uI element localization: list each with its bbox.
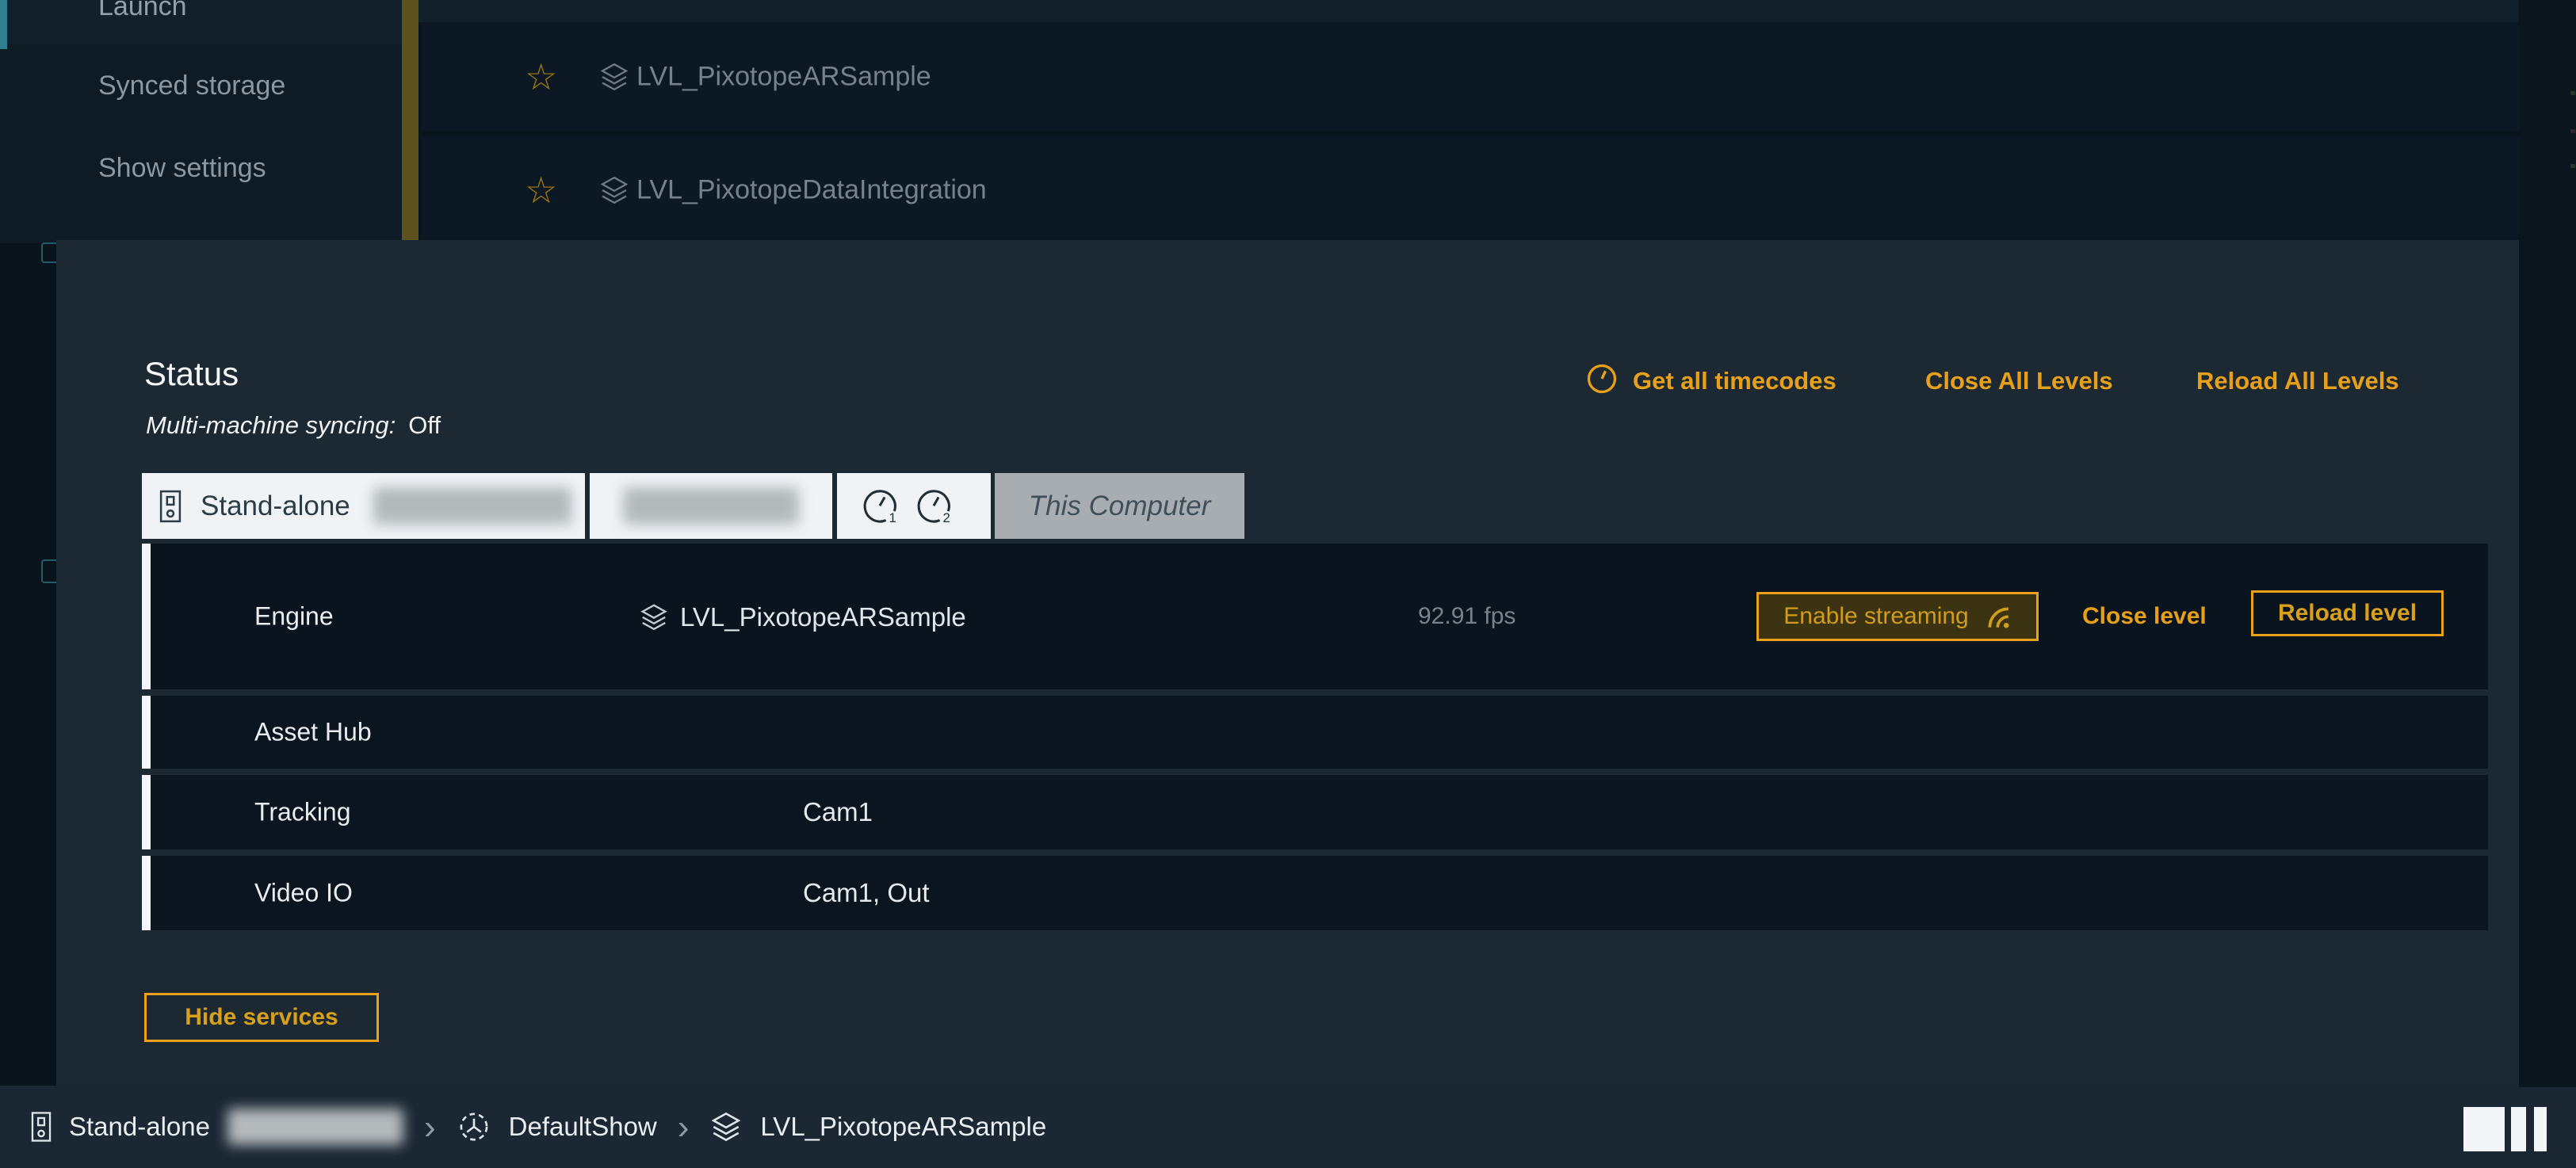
layers-icon: [598, 61, 630, 93]
redacted-machine-name: [373, 487, 571, 525]
favorite-star-icon[interactable]: ☆: [525, 172, 557, 208]
engine-level: LVL_PixotopeARSample: [639, 601, 966, 632]
service-name: Video IO: [254, 879, 353, 908]
machine-segment[interactable]: Stand-alone: [142, 473, 585, 539]
service-name: Asset Hub: [254, 718, 372, 747]
sidebar-item-show-settings[interactable]: Show settings: [98, 152, 384, 184]
clock-1-icon[interactable]: 1: [859, 486, 900, 527]
computer-icon: [159, 489, 182, 524]
clock-2-icon[interactable]: 2: [913, 486, 954, 527]
level-list-header-strip: [419, 0, 2576, 22]
sidebar-active-indicator: [0, 0, 7, 49]
breadcrumb: Stand-alone › DefaultShow › LVL_Pixotope…: [31, 1086, 1046, 1168]
service-detail: Cam1: [803, 797, 873, 827]
breadcrumb-show[interactable]: DefaultShow: [509, 1112, 657, 1142]
reload-level-label: Reload level: [2278, 600, 2417, 627]
timecode-segment[interactable]: 1 2: [837, 473, 991, 539]
get-all-timecodes-button[interactable]: Get all timecodes: [1585, 365, 1836, 400]
streaming-icon: [1985, 604, 2012, 631]
layers-icon: [639, 602, 669, 632]
engine-fps: 92.91 fps: [1418, 603, 1515, 630]
app-window: Launch Synced storage Show settings ☆ LV…: [0, 0, 2576, 1168]
level-list-row[interactable]: ☆ LVL_PixotopeARSample: [421, 22, 2519, 131]
get-all-timecodes-label: Get all timecodes: [1633, 367, 1836, 395]
row-accent-bar: [142, 856, 151, 930]
chevron-right-icon: ›: [424, 1114, 436, 1140]
enable-streaming-label: Enable streaming: [1783, 603, 1968, 630]
row-accent-bar: [142, 696, 151, 769]
engine-level-name: LVL_PixotopeARSample: [680, 602, 966, 632]
syncing-value: Off: [408, 411, 441, 439]
layout-toggle-bar-icon[interactable]: [2511, 1107, 2526, 1151]
level-name[interactable]: LVL_PixotopeARSample: [636, 61, 931, 92]
close-all-levels-label: Close All Levels: [1925, 367, 2113, 395]
reload-level-button[interactable]: Reload level: [2251, 590, 2444, 636]
row-accent-bar: [142, 544, 151, 689]
sidebar: Launch Synced storage Show settings: [0, 0, 402, 243]
layout-toggle-bar-icon[interactable]: [2534, 1107, 2547, 1151]
service-name: Tracking: [254, 798, 351, 827]
enable-streaming-button[interactable]: Enable streaming: [1756, 592, 2039, 641]
clock-2-digit: 2: [942, 510, 950, 525]
hide-services-label: Hide services: [185, 1004, 338, 1031]
close-level-button[interactable]: Close level: [2082, 603, 2207, 630]
service-row-tracking[interactable]: Tracking Cam1: [142, 775, 2488, 849]
service-row-asset-hub[interactable]: Asset Hub: [142, 696, 2488, 769]
sidebar-item-launch[interactable]: Launch: [98, 0, 384, 22]
syncing-label: Multi-machine syncing:: [146, 411, 396, 439]
level-list-row[interactable]: ☆ LVL_PixotopeDataIntegration: [421, 136, 2519, 243]
sidebar-item-synced-storage[interactable]: Synced storage: [98, 70, 384, 101]
reload-all-levels-button[interactable]: Reload All Levels: [2196, 365, 2399, 400]
close-all-levels-button[interactable]: Close All Levels: [1925, 365, 2113, 400]
service-row-engine[interactable]: Engine LVL_PixotopeARSample 92.91 fps En…: [142, 544, 2488, 689]
multi-machine-syncing: Multi-machine syncing: Off: [146, 411, 441, 440]
layers-icon: [598, 174, 630, 206]
scrim-notch: [2519, 1054, 2576, 1087]
scrollbar[interactable]: [402, 0, 419, 246]
chevron-right-icon: ›: [678, 1114, 690, 1140]
hide-services-button[interactable]: Hide services: [144, 993, 379, 1042]
this-computer-label: This Computer: [995, 490, 1244, 522]
service-name: Engine: [254, 602, 334, 632]
clock-1-digit: 1: [889, 510, 896, 525]
right-edge-strip: [2519, 0, 2576, 1087]
this-computer-tab[interactable]: This Computer: [995, 473, 1244, 539]
machine-mode-label: Stand-alone: [201, 490, 350, 522]
ip-segment[interactable]: [590, 473, 832, 539]
status-speck: [2570, 164, 2575, 168]
status-speck: [2570, 91, 2575, 95]
clock-icon: [1585, 362, 1619, 395]
layout-toggle-main-icon[interactable]: [2463, 1107, 2505, 1151]
breadcrumb-machine[interactable]: Stand-alone: [69, 1112, 210, 1142]
reload-all-levels-label: Reload All Levels: [2196, 367, 2399, 395]
breadcrumb-level[interactable]: LVL_PixotopeARSample: [760, 1112, 1046, 1142]
status-panel: Status Get all timecodes Close All Level…: [56, 240, 2519, 1086]
layers-icon: [709, 1110, 743, 1143]
show-globe-icon: [457, 1109, 491, 1144]
breadcrumb-bar: Stand-alone › DefaultShow › LVL_Pixotope…: [0, 1086, 2576, 1168]
computer-icon: [31, 1110, 52, 1143]
row-accent-bar: [142, 775, 151, 849]
redacted-machine-name: [227, 1109, 403, 1145]
level-name[interactable]: LVL_PixotopeDataIntegration: [636, 174, 987, 205]
panel-title: Status: [144, 355, 239, 393]
service-detail: Cam1, Out: [803, 878, 930, 908]
redacted-ip-address: [623, 487, 799, 525]
favorite-star-icon[interactable]: ☆: [525, 59, 557, 95]
service-row-video-io[interactable]: Video IO Cam1, Out: [142, 856, 2488, 930]
status-speck: [2570, 129, 2575, 133]
